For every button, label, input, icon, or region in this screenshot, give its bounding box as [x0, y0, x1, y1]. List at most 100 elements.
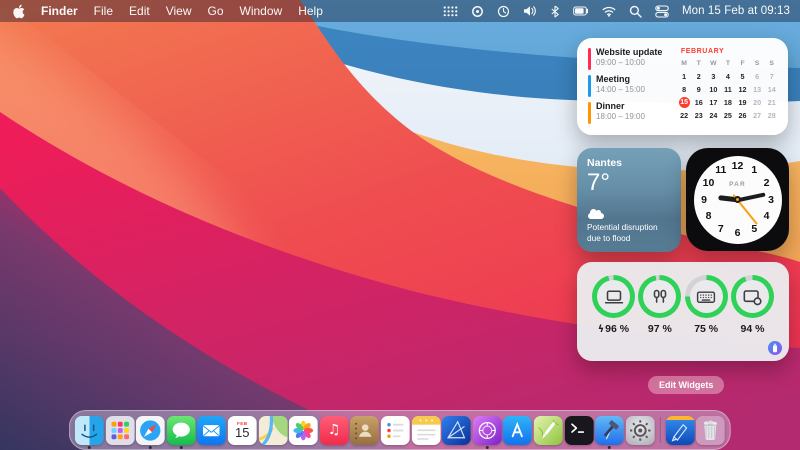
- event-color-bar: [588, 102, 591, 124]
- calendar-day: 2: [691, 70, 706, 83]
- calendar-day: 11: [721, 83, 736, 96]
- keyboard-icon: [685, 275, 728, 318]
- dock-icon-calendar[interactable]: FEB15: [228, 416, 257, 445]
- batteries-widget[interactable]: ϟ96 % 97 % 75 % 94 %: [577, 262, 789, 361]
- dock-icon-xcode[interactable]: [595, 416, 624, 445]
- dock-icon-contacts[interactable]: [350, 416, 379, 445]
- dock-icon-app-store[interactable]: [503, 416, 532, 445]
- calendar-day: 4: [721, 70, 736, 83]
- dock-icon-mail[interactable]: [197, 416, 226, 445]
- calendar-event[interactable]: Website update 09:00 – 10:00: [588, 47, 677, 70]
- dock-icon-affinity-designer[interactable]: [442, 416, 471, 445]
- menu-file[interactable]: File: [94, 4, 113, 18]
- dock-divider: [660, 417, 661, 443]
- running-indicator: [608, 446, 611, 449]
- clock-numeral: 6: [735, 227, 741, 239]
- earbuds-icon: [638, 275, 681, 318]
- menu-bar-clock[interactable]: Mon 15 Feb at 09:13: [682, 5, 790, 17]
- dock-icon-reminders[interactable]: [381, 416, 410, 445]
- calendar-event[interactable]: Meeting 14:00 – 15:00: [588, 74, 677, 97]
- dock-icon-trash[interactable]: [696, 416, 725, 445]
- minute-hand: [737, 192, 765, 201]
- menu-edit[interactable]: Edit: [129, 4, 150, 18]
- day-header: W: [710, 60, 716, 67]
- weather-widget[interactable]: Nantes 7° Potential disruption due to fl…: [577, 148, 681, 252]
- menu-bar-status-area: Mon 15 Feb at 09:13: [443, 5, 800, 18]
- calendar-day: 27: [750, 109, 765, 122]
- calendar-day: 15: [677, 96, 692, 109]
- calendar-widget[interactable]: Website update 09:00 – 10:00 Meeting 14:…: [577, 38, 788, 135]
- calendar-day: 6: [750, 70, 765, 83]
- calendar-event[interactable]: Dinner 18:00 – 19:00: [588, 101, 677, 124]
- menu-app-name[interactable]: Finder: [41, 4, 78, 18]
- battery-gauge-laptop[interactable]: ϟ96 %: [592, 275, 635, 335]
- dock-icon-safari[interactable]: [136, 416, 165, 445]
- apple-menu[interactable]: [12, 4, 25, 19]
- dock-icon-messages[interactable]: [167, 416, 196, 445]
- calendar-day: 9: [691, 83, 706, 96]
- battery-gauge-earbuds[interactable]: 97 %: [638, 275, 681, 335]
- calendar-day: 16: [691, 96, 706, 109]
- dock-icon-maps[interactable]: [258, 416, 287, 445]
- clock-numeral: 9: [701, 194, 707, 206]
- dock-icon-photos[interactable]: [289, 416, 318, 445]
- menu-help[interactable]: Help: [298, 4, 323, 18]
- dock-icon-music[interactable]: ♫: [320, 416, 349, 445]
- day-header: T: [697, 60, 701, 67]
- weather-city: Nantes: [587, 157, 671, 169]
- weather-alert-text: Potential disruption due to flood: [587, 222, 671, 244]
- clock-numeral: 12: [732, 160, 744, 172]
- running-indicator: [88, 446, 91, 449]
- calendar-month-label: FEBRUARY: [681, 48, 779, 55]
- volume-icon[interactable]: [523, 5, 537, 17]
- dock-icon-launchpad[interactable]: [105, 416, 134, 445]
- day-header: T: [726, 60, 730, 67]
- calendar-day: 17: [706, 96, 721, 109]
- clock-numeral: 8: [706, 210, 712, 222]
- dock-icon-system-preferences[interactable]: [625, 416, 654, 445]
- bluetooth-icon[interactable]: [550, 5, 560, 18]
- clock-numeral: 1: [751, 164, 757, 176]
- battery-percent: ϟ96 %: [598, 323, 629, 335]
- desktop: Finder File Edit View Go Window Help Mon 15 F…: [0, 0, 800, 450]
- control-center-icon[interactable]: [655, 5, 669, 18]
- dock-icon-affinity-publisher[interactable]: [666, 416, 695, 445]
- battery-gauges-row: ϟ96 % 97 % 75 % 94 %: [592, 275, 774, 335]
- focus-circle-icon[interactable]: [471, 5, 484, 18]
- calendar-day: 25: [721, 109, 736, 122]
- battery-gauge-trackpad[interactable]: 94 %: [731, 275, 774, 335]
- calendar-day: 5: [735, 70, 750, 83]
- menu-view[interactable]: View: [166, 4, 192, 18]
- app-grid-icon[interactable]: [443, 6, 458, 17]
- clock-numeral: 3: [768, 194, 774, 206]
- dock-icon-terminal[interactable]: [564, 416, 593, 445]
- dock-icon-drawing-app[interactable]: [534, 416, 563, 445]
- clock-city-label: PAR: [729, 181, 746, 188]
- clock-icon[interactable]: [497, 5, 510, 18]
- calendar-day: 10: [706, 83, 721, 96]
- dock-icon-finder[interactable]: [75, 416, 104, 445]
- battery-gauge-keyboard[interactable]: 75 %: [685, 275, 728, 335]
- menu-window[interactable]: Window: [240, 4, 283, 18]
- edit-widgets-button[interactable]: Edit Widgets: [648, 376, 724, 394]
- battery-percent: 75 %: [694, 323, 718, 335]
- today-marker: 15: [679, 97, 690, 108]
- calendar-day: 28: [764, 109, 779, 122]
- calendar-day: 21: [764, 96, 779, 109]
- charging-bolt-icon: ϟ: [598, 324, 604, 335]
- weather-temperature: 7°: [587, 170, 671, 195]
- calendar-day: 20: [750, 96, 765, 109]
- clock-face: PAR 123456789101112: [694, 156, 782, 244]
- battery-icon[interactable]: [573, 6, 589, 16]
- dock-calendar-day: 15: [235, 426, 249, 439]
- calendar-month-panel: FEBRUARY MTWTFSS123456789101112131415161…: [677, 47, 779, 128]
- menu-go[interactable]: Go: [208, 4, 224, 18]
- wifi-icon[interactable]: [602, 6, 616, 17]
- dock-icon-affinity-photo[interactable]: [472, 416, 501, 445]
- day-header: S: [755, 60, 760, 67]
- menu-bar-left: Finder File Edit View Go Window Help: [0, 4, 323, 19]
- spotlight-search-icon[interactable]: [629, 5, 642, 18]
- clock-widget[interactable]: PAR 123456789101112: [686, 148, 789, 251]
- event-time: 14:00 – 15:00: [596, 85, 645, 95]
- dock-icon-notes[interactable]: [411, 416, 440, 445]
